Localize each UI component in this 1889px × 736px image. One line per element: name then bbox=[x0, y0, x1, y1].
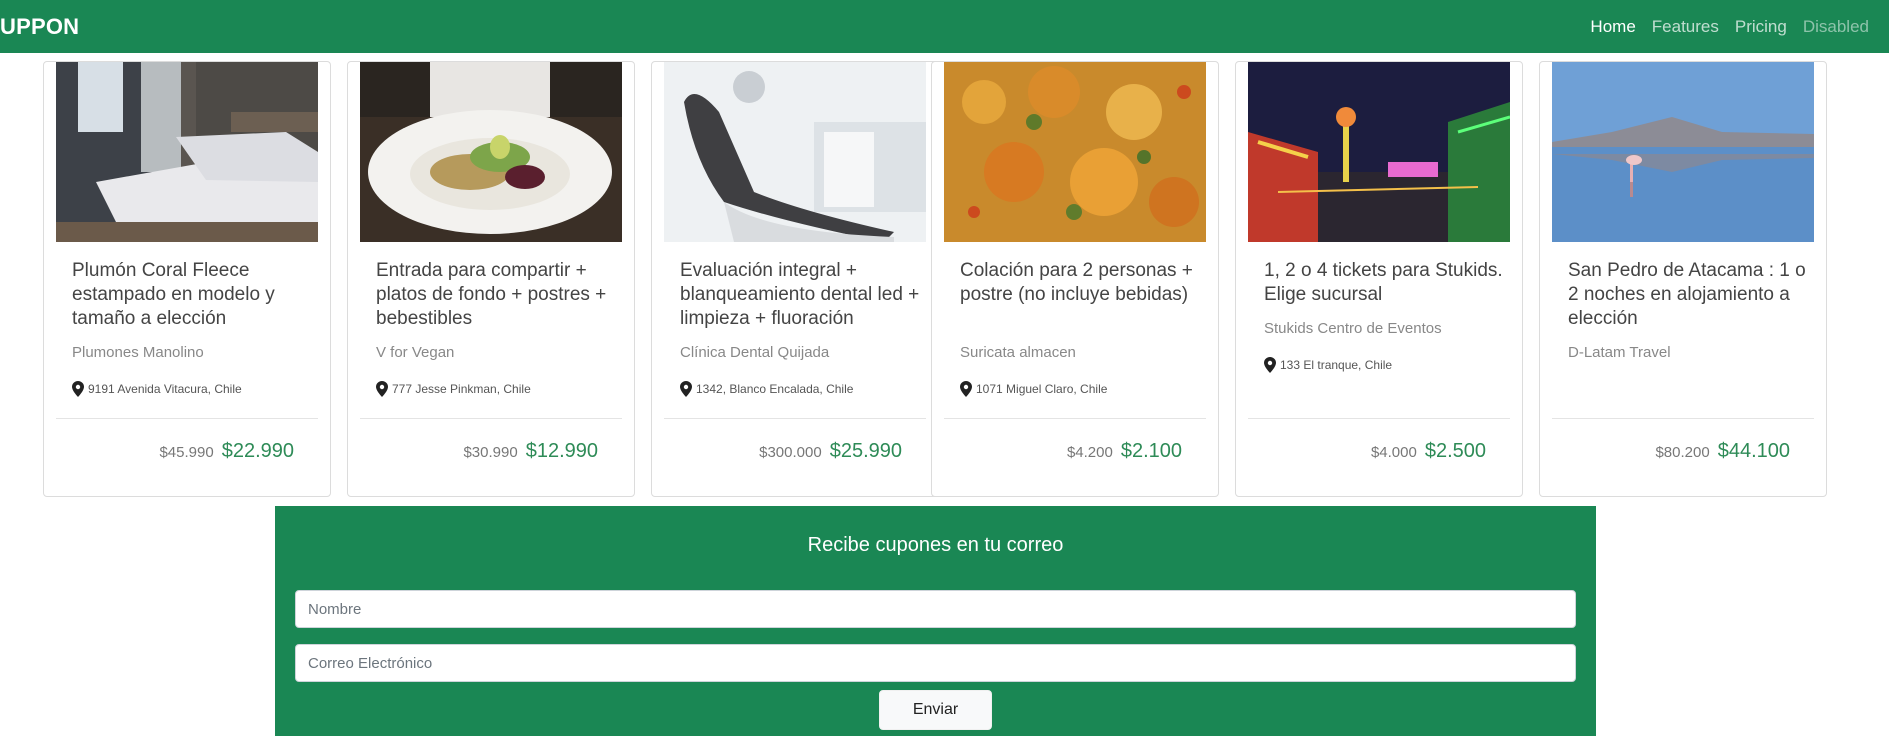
newsletter-title: Recibe cupones en tu correo bbox=[807, 534, 1064, 556]
deal-image-fairground[interactable] bbox=[1248, 62, 1510, 242]
old-price: $300.000 bbox=[759, 444, 822, 461]
map-pin-icon bbox=[680, 381, 692, 397]
merchant-name: Clínica Dental Quijada bbox=[680, 344, 830, 361]
nav-home-link[interactable]: Home bbox=[1582, 17, 1643, 37]
location: 133 El tranque, Chile bbox=[1264, 357, 1392, 373]
deal-title[interactable]: Evaluación integral + blanqueamiento den… bbox=[680, 259, 920, 331]
card-divider bbox=[360, 418, 622, 419]
deal-image-salad[interactable] bbox=[360, 62, 622, 242]
email-input[interactable] bbox=[295, 644, 1576, 682]
nav-disabled-link: Disabled bbox=[1802, 16, 1869, 36]
price-row: $80.200 $44.100 bbox=[1655, 440, 1790, 463]
map-pin-icon bbox=[960, 381, 972, 397]
deal-card[interactable]: Entrada para compartir + platos de fondo… bbox=[347, 61, 635, 497]
name-input[interactable] bbox=[295, 590, 1576, 628]
deal-image-bedroom[interactable] bbox=[56, 62, 318, 242]
merchant-name: Plumones Manolino bbox=[72, 344, 204, 361]
location: 9191 Avenida Vitacura, Chile bbox=[72, 381, 242, 397]
location: 1071 Miguel Claro, Chile bbox=[960, 381, 1107, 397]
deal-card[interactable]: Evaluación integral + blanqueamiento den… bbox=[651, 61, 939, 497]
nav-features-link[interactable]: Features bbox=[1644, 17, 1727, 37]
new-price: $12.990 bbox=[525, 440, 598, 462]
deal-title[interactable]: Entrada para compartir + platos de fondo… bbox=[376, 259, 616, 331]
old-price: $45.990 bbox=[159, 444, 214, 461]
deal-card[interactable]: San Pedro de Atacama : 1 o 2 noches en a… bbox=[1539, 61, 1827, 497]
deal-card[interactable]: Colación para 2 personas + postre (no in… bbox=[931, 61, 1219, 497]
merchant-name: Suricata almacen bbox=[960, 344, 1076, 361]
location: 777 Jesse Pinkman, Chile bbox=[376, 381, 531, 397]
deal-image-dental-chair[interactable] bbox=[664, 62, 926, 242]
deal-title[interactable]: 1, 2 o 4 tickets para Stukids. Elige suc… bbox=[1264, 259, 1504, 307]
send-button[interactable]: Enviar bbox=[879, 690, 992, 730]
location-text: 1071 Miguel Claro, Chile bbox=[976, 382, 1108, 396]
merchant-name: V for Vegan bbox=[376, 344, 455, 361]
deal-card[interactable]: 1, 2 o 4 tickets para Stukids. Elige suc… bbox=[1235, 61, 1523, 497]
new-price: $22.990 bbox=[221, 440, 294, 462]
price-row: $45.990 $22.990 bbox=[159, 440, 294, 463]
price-row: $30.990 $12.990 bbox=[463, 440, 598, 463]
location-text: 133 El tranque, Chile bbox=[1280, 358, 1393, 372]
nav-pricing-link[interactable]: Pricing bbox=[1727, 17, 1795, 37]
new-price: $2.500 bbox=[1424, 440, 1486, 462]
old-price: $4.000 bbox=[1370, 444, 1417, 461]
deal-image-food-plate[interactable] bbox=[944, 62, 1206, 242]
map-pin-icon bbox=[376, 381, 388, 397]
top-navbar: UPPON Home Features Pricing Disabled bbox=[0, 0, 1889, 53]
card-divider bbox=[1552, 418, 1814, 419]
card-divider bbox=[944, 418, 1206, 419]
location-text: 777 Jesse Pinkman, Chile bbox=[392, 382, 531, 396]
old-price: $30.990 bbox=[463, 444, 518, 461]
nav-links: Home Features Pricing Disabled bbox=[1582, 17, 1877, 37]
merchant-name: D-Latam Travel bbox=[1568, 344, 1671, 361]
card-divider bbox=[664, 418, 926, 419]
card-divider bbox=[1248, 418, 1510, 419]
deal-card[interactable]: Plumón Coral Fleece estampado en modelo … bbox=[43, 61, 331, 497]
new-price: $2.100 bbox=[1120, 440, 1182, 462]
newsletter-section: Recibe cupones en tu correo Enviar bbox=[275, 506, 1596, 736]
deal-title[interactable]: Colación para 2 personas + postre (no in… bbox=[960, 259, 1200, 307]
price-row: $4.000 $2.500 bbox=[1371, 440, 1486, 463]
location-text: 1342, Blanco Encalada, Chile bbox=[696, 382, 854, 396]
price-row: $300.000 $25.990 bbox=[759, 440, 902, 463]
new-price: $44.100 bbox=[1717, 440, 1790, 462]
location-text: 9191 Avenida Vitacura, Chile bbox=[88, 382, 242, 396]
map-pin-icon bbox=[72, 381, 84, 397]
deal-title[interactable]: Plumón Coral Fleece estampado en modelo … bbox=[72, 259, 312, 331]
card-divider bbox=[56, 418, 318, 419]
deal-image-flamingo-lake[interactable] bbox=[1552, 62, 1814, 242]
merchant-name: Stukids Centro de Eventos bbox=[1264, 320, 1442, 337]
map-pin-icon bbox=[1264, 357, 1276, 373]
old-price: $80.200 bbox=[1655, 444, 1710, 461]
new-price: $25.990 bbox=[829, 440, 902, 462]
old-price: $4.200 bbox=[1066, 444, 1113, 461]
price-row: $4.200 $2.100 bbox=[1067, 440, 1182, 463]
deal-title[interactable]: San Pedro de Atacama : 1 o 2 noches en a… bbox=[1568, 259, 1808, 331]
location: 1342, Blanco Encalada, Chile bbox=[680, 381, 853, 397]
brand-logo[interactable]: UPPON bbox=[0, 14, 79, 40]
deal-cards: Plumón Coral Fleece estampado en modelo … bbox=[0, 61, 1889, 497]
